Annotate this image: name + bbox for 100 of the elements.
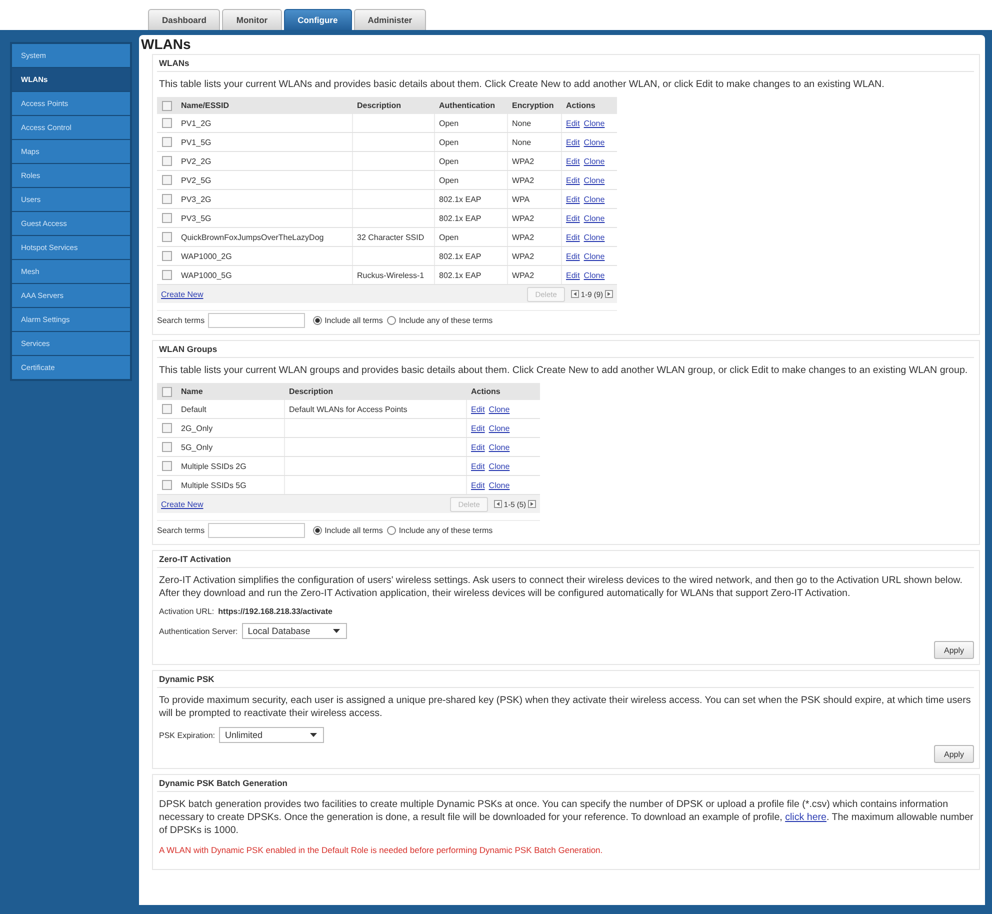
nav-tab[interactable]: Monitor: [222, 9, 282, 30]
checkbox[interactable]: [162, 386, 172, 396]
action-link[interactable]: Clone: [584, 252, 605, 260]
radio-button[interactable]: [386, 526, 396, 534]
action-link[interactable]: Edit: [566, 232, 580, 242]
table-cell: QuickBrownFoxJumpsOverTheLazyDog: [177, 228, 353, 246]
description-text: DPSK batch generation provides two facilities to create multiple Dynamic PSKs at once. You can specify the number of DPSK or upload a profile file (*.csv) which contains information necessary to create DPSKs. Once the generation is done, a result file will be downloaded for your reference. To download an example of profile, click here. The maximum allowable number of DPSKs is 1000.: [159, 798, 974, 837]
action-link[interactable]: Clone: [488, 442, 510, 452]
table-cell: Open: [435, 133, 508, 151]
checkbox[interactable]: [162, 175, 172, 185]
radio-label[interactable]: Include any of these terms: [398, 526, 493, 534]
action-link[interactable]: Edit: [471, 480, 485, 490]
table-cell: WPA2: [508, 152, 562, 170]
action-link[interactable]: Edit: [566, 214, 580, 222]
nav-tab[interactable]: Administer: [354, 9, 426, 30]
action-link[interactable]: Clone: [584, 156, 605, 166]
checkbox[interactable]: [162, 100, 172, 110]
caret-icon: [332, 629, 340, 633]
action-link[interactable]: Clone: [584, 176, 605, 184]
action-link[interactable]: Edit: [566, 156, 580, 166]
checkbox[interactable]: [162, 137, 172, 147]
checkbox[interactable]: [162, 156, 172, 166]
search-field[interactable]: [208, 522, 305, 538]
action-link[interactable]: Clone: [488, 462, 510, 470]
action-link[interactable]: Edit: [471, 462, 485, 470]
table-cell: Open: [435, 171, 508, 189]
checkbox[interactable]: [162, 251, 172, 261]
checkbox[interactable]: [162, 423, 172, 433]
action-link[interactable]: Edit: [471, 424, 485, 432]
nav-tab[interactable]: Dashboard: [148, 9, 220, 30]
checkbox[interactable]: [162, 480, 172, 490]
action-link[interactable]: Clone: [488, 480, 510, 490]
radio-button[interactable]: [386, 316, 396, 324]
radio-button[interactable]: [312, 526, 322, 534]
action-link[interactable]: Clone: [584, 214, 605, 222]
click-here-link[interactable]: click here: [785, 812, 826, 823]
action-link[interactable]: Clone: [488, 424, 510, 432]
table-cell: Multiple SSIDs 2G: [177, 457, 285, 475]
search-field[interactable]: [208, 312, 305, 328]
action-link[interactable]: Edit: [566, 138, 580, 146]
checkbox[interactable]: [162, 442, 172, 452]
action-link[interactable]: Edit: [566, 118, 580, 128]
warning-text: A WLAN with Dynamic PSK enabled in the Default Role is needed before performing Dynamic PSK Batch Generation.: [159, 845, 604, 855]
table-cell: PV1_5G: [177, 133, 353, 151]
checkbox[interactable]: [162, 461, 172, 471]
action-link[interactable]: Edit: [566, 270, 580, 280]
description-text: This table lists your current WLAN groups and provides basic details about them. Click Create New to add another WLAN group, or click Edit to make changes to an existing WLAN group.: [159, 365, 969, 376]
section-heading: Dynamic PSK Batch Generation: [157, 775, 974, 792]
radio-label[interactable]: Include all terms: [324, 316, 383, 324]
section-heading: WLAN Groups: [157, 341, 974, 358]
action-link[interactable]: Edit: [471, 404, 485, 414]
section-heading: Zero-IT Activation: [157, 551, 974, 568]
left-arrow-icon[interactable]: [570, 290, 579, 298]
left-arrow-icon[interactable]: [494, 500, 502, 508]
action-link[interactable]: Edit: [471, 442, 485, 452]
checkbox[interactable]: [162, 213, 172, 223]
action-link[interactable]: Edit: [566, 176, 580, 184]
table-cell: Ruckus-Wireless-1: [353, 266, 435, 284]
action-link[interactable]: Clone: [584, 138, 605, 146]
table-cell: PV3_2G: [177, 190, 353, 208]
action-link[interactable]: Edit: [566, 194, 580, 204]
checkbox[interactable]: [162, 232, 172, 242]
table-cell: WPA2: [508, 171, 562, 189]
server-dropdown[interactable]: Local Database: [242, 623, 347, 639]
description-text: Zero-IT Activation simplifies the configuration of users' wireless settings. Ask users to connect their wireless devices to the wired network, and then go to the Activation URL shown below. After they download and run the Zero-IT Activation application, their wireless devices will be configured automatically for WLANs that support Zero-IT Activation.: [159, 574, 964, 600]
table-cell: 802.1x EAP: [435, 190, 508, 208]
description-text: To provide maximum security, each user is assigned a unique pre-shared key (PSK) when they activate their wireless access. You can set when the PSK should expire, at which time users will be prompted to reactivate their wireless access.: [159, 694, 972, 720]
table-cell: 32 Character SSID: [353, 228, 435, 246]
checkbox[interactable]: [162, 194, 172, 204]
activation-url-label: Activation URL:: [159, 607, 214, 616]
table-cell: None: [508, 133, 562, 151]
table-cell: WAP1000_5G: [177, 266, 353, 284]
column-header: Encryption: [511, 100, 555, 112]
action-link[interactable]: Edit: [566, 252, 580, 260]
nav-tab[interactable]: Configure: [284, 9, 352, 30]
expiration-dropdown[interactable]: Unlimited: [219, 727, 324, 743]
table-cell: WPA2: [508, 266, 562, 284]
checkbox[interactable]: [162, 118, 172, 128]
apply-button[interactable]: Apply: [934, 745, 974, 763]
action-link[interactable]: Clone: [584, 194, 605, 204]
table-cell: Default WLANs for Access Points: [285, 400, 467, 418]
radio-button[interactable]: [312, 316, 322, 324]
table-cell: Default: [177, 400, 285, 418]
action-link[interactable]: Clone: [488, 404, 510, 414]
apply-button[interactable]: Apply: [934, 641, 974, 659]
right-arrow-icon[interactable]: [605, 290, 613, 298]
create-new-link[interactable]: Create New: [161, 500, 204, 508]
right-arrow-icon[interactable]: [528, 500, 536, 508]
search-label: Search terms: [157, 526, 205, 534]
checkbox[interactable]: [162, 404, 172, 414]
radio-label[interactable]: Include all terms: [324, 526, 383, 534]
column-header: Actions: [470, 386, 502, 398]
section-heading: WLANs: [157, 55, 974, 72]
checkbox[interactable]: [162, 270, 172, 280]
action-link[interactable]: Clone: [584, 232, 605, 242]
action-link[interactable]: Clone: [584, 270, 605, 280]
table-cell: 802.1x EAP: [435, 266, 508, 284]
create-new-link[interactable]: Create New: [161, 290, 204, 298]
action-link[interactable]: Clone: [584, 118, 605, 128]
radio-label[interactable]: Include any of these terms: [398, 316, 493, 324]
